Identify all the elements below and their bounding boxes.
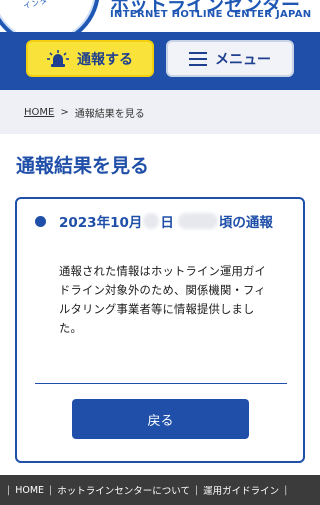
siren-icon	[47, 49, 69, 68]
page-title: 通報結果を見る	[16, 155, 150, 177]
menu-button[interactable]: メニュー	[166, 40, 294, 77]
result-message: 通報された情報はホットライン運用ガイドライン対象外のため、関係機関・フィルタリン…	[59, 265, 266, 335]
breadcrumb-current: 通報結果を見る	[74, 108, 145, 120]
footer-separator: |	[49, 484, 53, 496]
report-button-label: 通報する	[77, 51, 133, 68]
site-title-en[interactable]: INTERNET HOTLINE CENTER JAPAN	[110, 9, 311, 20]
breadcrumb-separator: >	[60, 106, 69, 118]
redacted-time	[177, 213, 218, 229]
result-day-suffix: 日	[160, 215, 174, 231]
back-button[interactable]: 戻る	[72, 399, 249, 439]
footer-separator: |	[7, 484, 11, 496]
footer-link-about[interactable]: ホットラインセンターについて	[57, 483, 190, 497]
redacted-day	[143, 213, 160, 229]
result-card: 2023年10月 日 頃の通報 通報された情報はホットライン運用ガイドライン対象…	[15, 197, 305, 463]
footer-separator: |	[194, 484, 199, 496]
divider	[35, 383, 287, 384]
footer-link-home[interactable]: HOME	[15, 485, 44, 496]
footer-separator: |	[284, 484, 288, 496]
nav-bar: 通報する メニュー	[0, 32, 320, 90]
result-header: 2023年10月 日 頃の通報	[35, 211, 273, 231]
footer-nav: | HOME | ホットラインセンターについて | 運用ガイドライン |	[0, 475, 320, 505]
result-header-suffix: 頃の通報	[218, 215, 273, 231]
hamburger-icon	[189, 51, 207, 66]
breadcrumb-home-link[interactable]: HOME	[24, 107, 54, 118]
footer-link-guidelines[interactable]: 運用ガイドライン	[203, 483, 279, 497]
result-year-month: 2023年10月	[59, 215, 143, 231]
report-button[interactable]: 通報する	[26, 40, 154, 77]
bullet-icon	[35, 215, 46, 227]
breadcrumb: HOME > 通報結果を見る	[0, 90, 320, 134]
site-header: インターネット・ホットラインセンター ホットラインセンター INTERNET H…	[0, 0, 320, 32]
menu-button-label: メニュー	[215, 51, 271, 68]
